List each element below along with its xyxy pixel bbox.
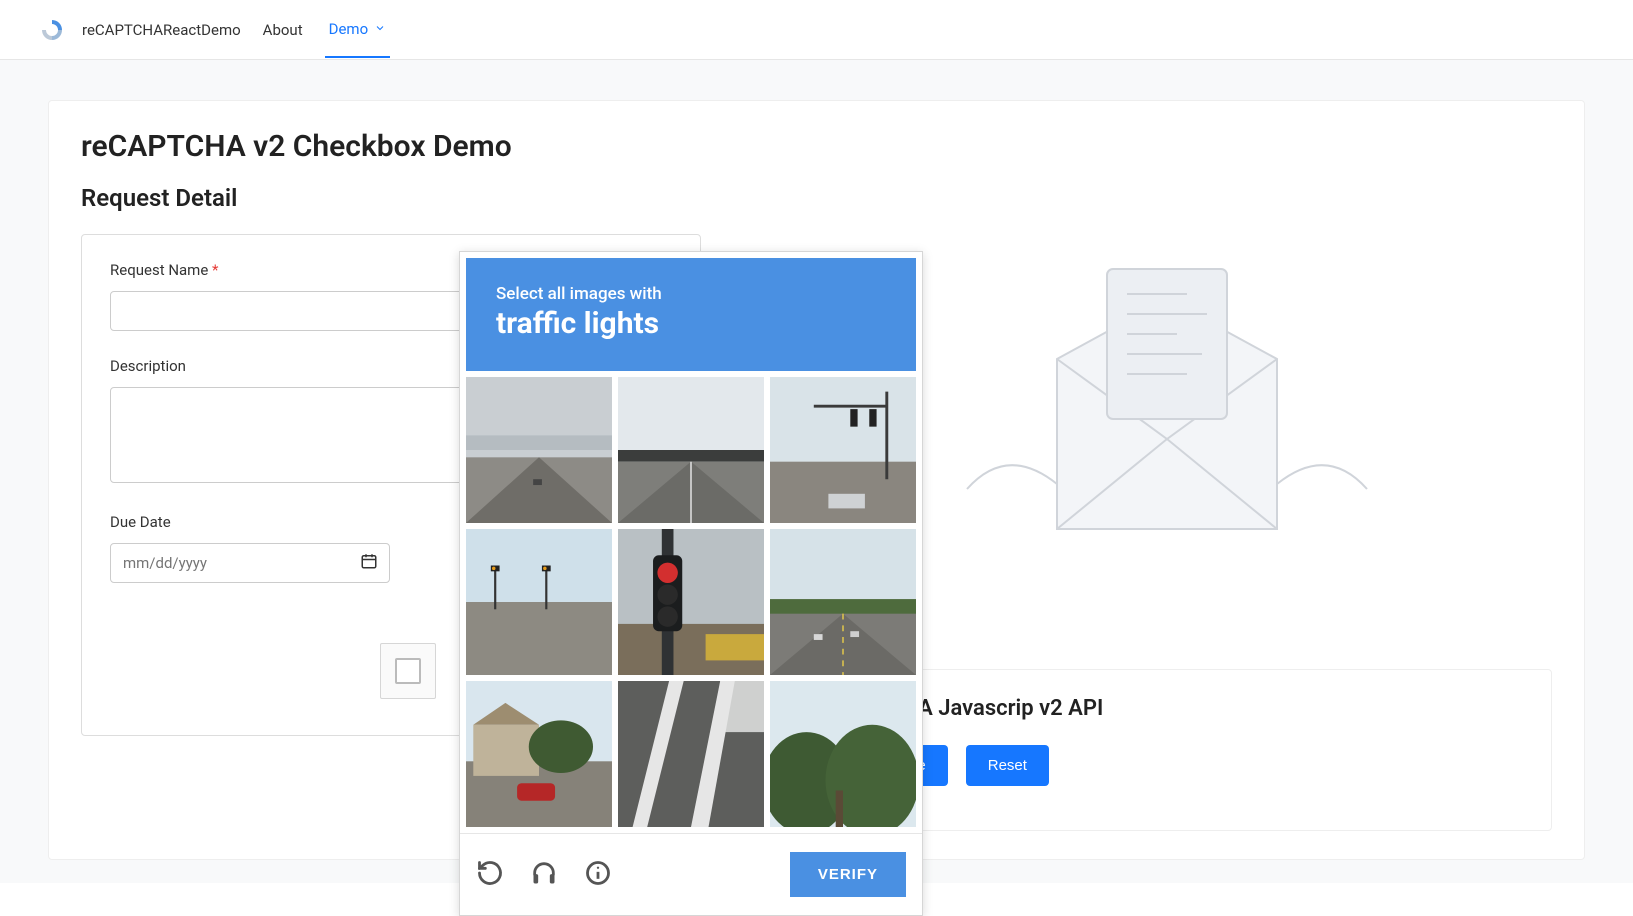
captcha-header: Select all images with traffic lights bbox=[466, 258, 916, 371]
captcha-image-grid bbox=[460, 377, 922, 833]
due-date-input[interactable] bbox=[110, 543, 390, 583]
captcha-tile-1[interactable] bbox=[466, 377, 612, 523]
captcha-instruction-subject: traffic lights bbox=[496, 306, 886, 341]
captcha-tile-6[interactable] bbox=[770, 529, 916, 675]
label-request-name-text: Request Name bbox=[110, 261, 208, 279]
envelope-illustration-icon bbox=[937, 209, 1397, 553]
headphones-icon[interactable] bbox=[530, 859, 558, 891]
captcha-tile-4[interactable] bbox=[466, 529, 612, 675]
page-title: reCAPTCHA v2 Checkbox Demo bbox=[81, 129, 701, 164]
captcha-footer: VERIFY bbox=[460, 833, 922, 915]
captcha-instruction-line1: Select all images with bbox=[496, 284, 886, 304]
content-card: reCAPTCHA v2 Checkbox Demo Request Detai… bbox=[48, 100, 1585, 860]
section-title: Request Detail bbox=[81, 184, 701, 212]
captcha-tile-9[interactable] bbox=[770, 681, 916, 827]
captcha-tile-8[interactable] bbox=[618, 681, 764, 827]
brand-title[interactable]: reCAPTCHAReactDemo bbox=[82, 21, 241, 39]
captcha-tile-2[interactable] bbox=[618, 377, 764, 523]
reload-icon[interactable] bbox=[476, 859, 504, 891]
required-mark: * bbox=[212, 261, 218, 279]
verify-button[interactable]: VERIFY bbox=[790, 852, 906, 897]
captcha-tile-3[interactable] bbox=[770, 377, 916, 523]
captcha-tile-7[interactable] bbox=[466, 681, 612, 827]
chevron-down-icon bbox=[374, 20, 386, 38]
page-body: reCAPTCHA v2 Checkbox Demo Request Detai… bbox=[0, 60, 1633, 883]
captcha-popup: Select all images with traffic lights bbox=[459, 251, 923, 916]
recaptcha-checkbox[interactable] bbox=[395, 658, 421, 684]
recaptcha-logo-icon bbox=[40, 18, 64, 42]
top-navbar: reCAPTCHAReactDemo About Demo bbox=[0, 0, 1633, 60]
captcha-tile-5[interactable] bbox=[618, 529, 764, 675]
reset-button[interactable]: Reset bbox=[966, 745, 1049, 786]
nav-demo[interactable]: Demo bbox=[325, 2, 391, 58]
recaptcha-checkbox-widget[interactable] bbox=[380, 643, 436, 699]
nav-demo-label: Demo bbox=[329, 20, 369, 38]
info-icon[interactable] bbox=[584, 859, 612, 891]
nav-about[interactable]: About bbox=[259, 3, 307, 57]
